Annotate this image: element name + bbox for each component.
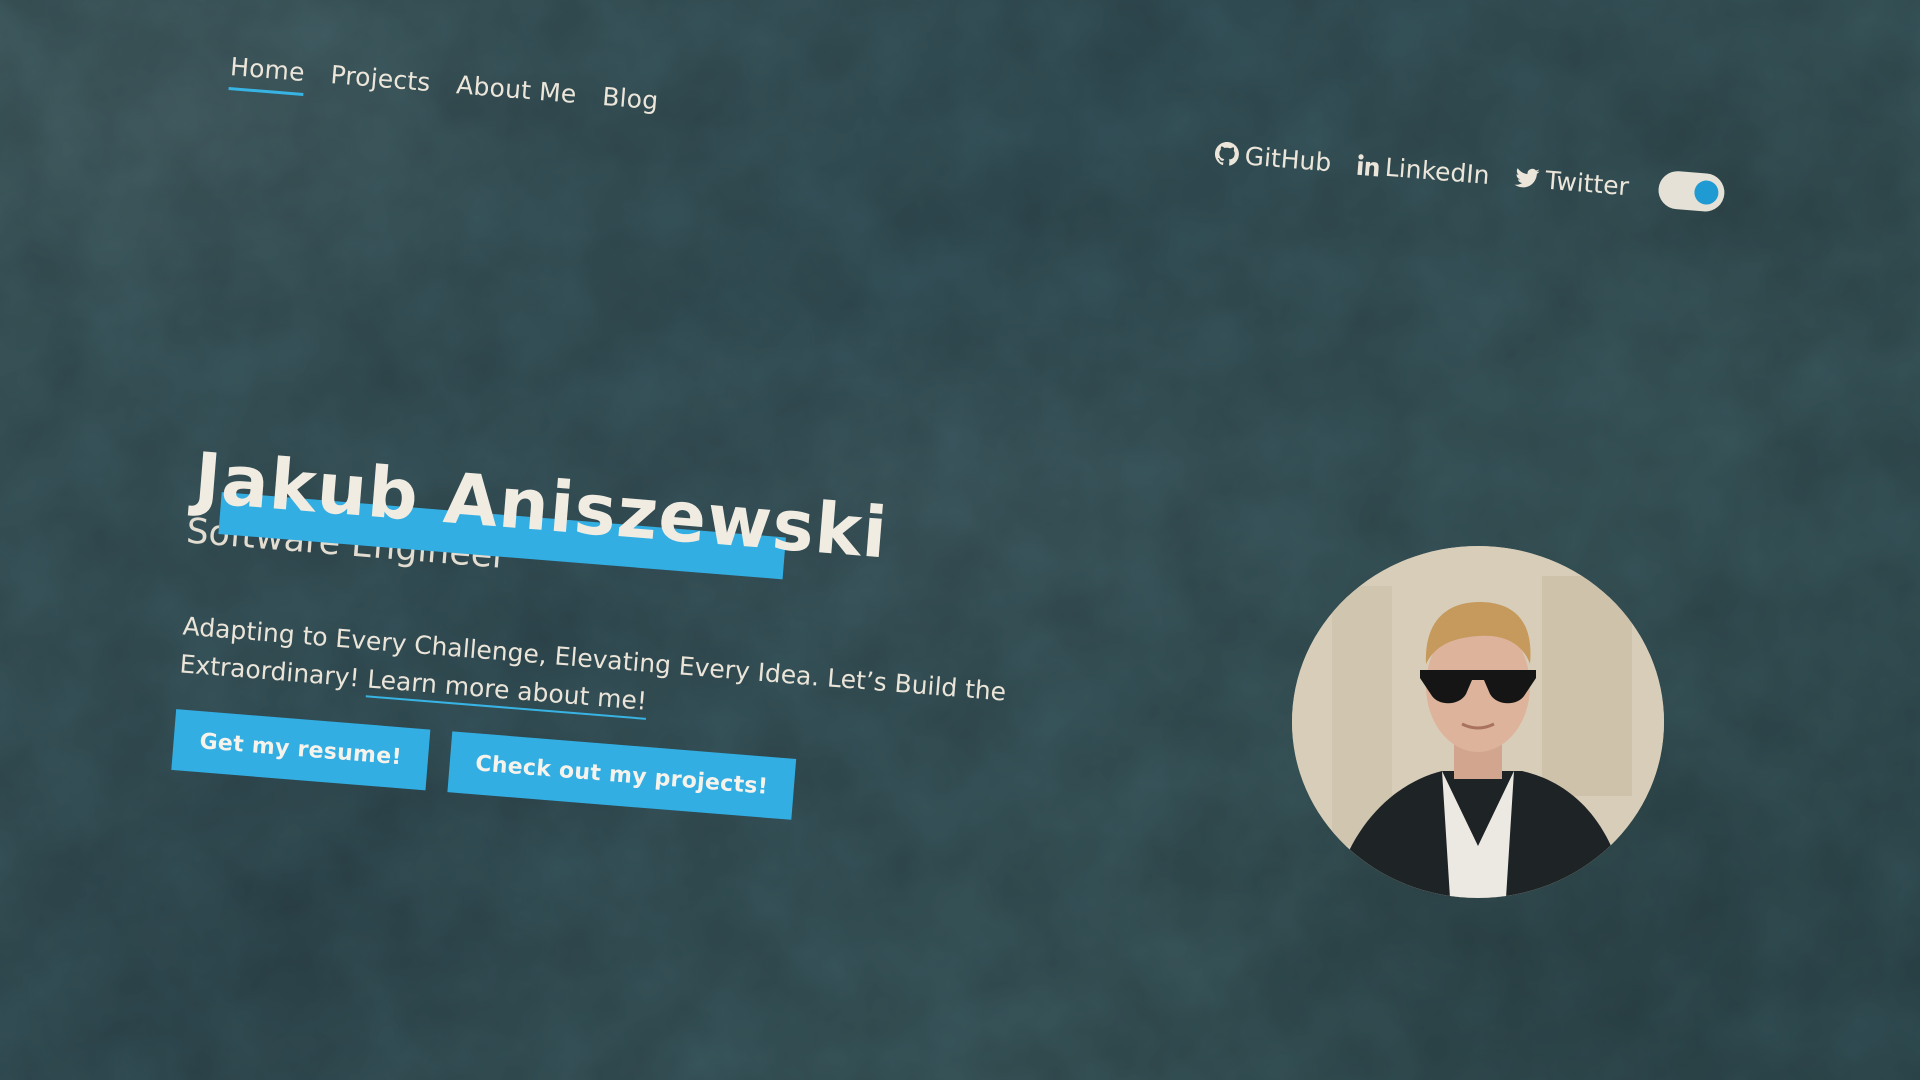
- nav-about-me[interactable]: About Me: [455, 70, 577, 118]
- github-icon: [1214, 141, 1239, 166]
- nav-blog[interactable]: Blog: [601, 82, 659, 124]
- twitter-icon: [1514, 168, 1540, 188]
- github-link[interactable]: GitHub: [1214, 139, 1333, 177]
- linkedin-icon: [1357, 154, 1379, 177]
- main-nav: Home Projects About Me Blog: [228, 52, 659, 124]
- twitter-label: Twitter: [1544, 165, 1631, 201]
- github-label: GitHub: [1243, 140, 1333, 177]
- hero-section: Jakub Aniszewski Software Engineer Adapt…: [171, 437, 1075, 841]
- social-links: GitHub LinkedIn Twitter: [1213, 134, 1727, 213]
- theme-toggle[interactable]: [1657, 169, 1727, 213]
- twitter-link[interactable]: Twitter: [1514, 163, 1630, 201]
- linkedin-link[interactable]: LinkedIn: [1356, 150, 1491, 190]
- get-resume-button[interactable]: Get my resume!: [171, 709, 431, 791]
- nav-projects[interactable]: Projects: [329, 60, 432, 106]
- linkedin-label: LinkedIn: [1383, 152, 1491, 190]
- nav-home[interactable]: Home: [228, 52, 306, 96]
- avatar: [1292, 546, 1664, 898]
- projects-button[interactable]: Check out my projects!: [447, 731, 797, 820]
- toggle-knob: [1693, 179, 1720, 206]
